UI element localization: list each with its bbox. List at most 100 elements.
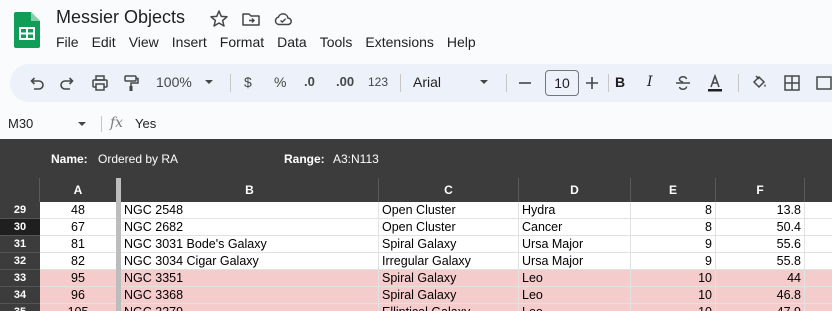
menu-tools[interactable]: Tools: [320, 34, 353, 54]
decrease-decimal-button[interactable]: .0: [304, 74, 315, 89]
menu-help[interactable]: Help: [447, 34, 476, 54]
fill-color-icon[interactable]: [749, 73, 769, 93]
cell-c[interactable]: Spiral Galaxy: [379, 236, 519, 253]
currency-format-button[interactable]: $: [244, 74, 252, 90]
cell-e[interactable]: 10: [631, 270, 716, 287]
cell-b[interactable]: NGC 3031 Bode's Galaxy: [121, 236, 379, 253]
menu-insert[interactable]: Insert: [172, 34, 207, 54]
row-header[interactable]: 29: [0, 202, 40, 219]
name-box-dropdown-icon[interactable]: [76, 118, 88, 130]
menu-view[interactable]: View: [129, 34, 159, 54]
cell-a[interactable]: 96: [40, 287, 117, 304]
cell-c[interactable]: Elliptical Galaxy: [379, 304, 519, 311]
cell-b[interactable]: NGC 2682: [121, 219, 379, 236]
column-header-d[interactable]: D: [519, 178, 631, 202]
cell-b[interactable]: NGC 3368: [121, 287, 379, 304]
print-icon[interactable]: [90, 73, 110, 93]
star-icon[interactable]: [209, 9, 229, 29]
document-title[interactable]: Messier Objects: [56, 7, 185, 28]
font-select[interactable]: Arial: [413, 74, 441, 90]
name-box[interactable]: M30: [8, 116, 33, 131]
row-header[interactable]: 34: [0, 287, 40, 304]
cell-b[interactable]: NGC 3351: [121, 270, 379, 287]
menu-extensions[interactable]: Extensions: [365, 34, 433, 54]
cell-d[interactable]: Ursa Major: [519, 236, 631, 253]
cell-g[interactable]: [805, 253, 832, 270]
cell-g[interactable]: [805, 304, 832, 311]
borders-icon[interactable]: [782, 73, 802, 93]
frozen-column-divider[interactable]: [116, 178, 121, 311]
column-header-e[interactable]: E: [631, 178, 716, 202]
merge-cells-icon[interactable]: [814, 73, 832, 93]
increase-font-size-icon[interactable]: [582, 73, 602, 93]
cell-a[interactable]: 95: [40, 270, 117, 287]
cell-e[interactable]: 9: [631, 236, 716, 253]
menu-edit[interactable]: Edit: [92, 34, 116, 54]
italic-button[interactable]: I: [647, 74, 653, 90]
cell-f[interactable]: 55.6: [716, 236, 805, 253]
cell-b[interactable]: NGC 2548: [121, 202, 379, 219]
cell-e[interactable]: 8: [631, 202, 716, 219]
sheets-logo-icon[interactable]: [14, 12, 40, 48]
formula-input[interactable]: Yes: [135, 116, 156, 131]
cell-f[interactable]: 13.8: [716, 202, 805, 219]
cell-e[interactable]: 10: [631, 304, 716, 311]
cell-g[interactable]: [805, 219, 832, 236]
cell-a[interactable]: 82: [40, 253, 117, 270]
zoom-select[interactable]: 100%: [156, 74, 192, 90]
cell-g[interactable]: [805, 270, 832, 287]
row-header[interactable]: 33: [0, 270, 40, 287]
cell-a[interactable]: 105: [40, 304, 117, 311]
menu-data[interactable]: Data: [277, 34, 307, 54]
font-dropdown-icon[interactable]: [477, 75, 491, 89]
percent-format-button[interactable]: %: [274, 74, 286, 90]
row-header[interactable]: 30: [0, 219, 40, 236]
cell-g[interactable]: [805, 202, 832, 219]
cell-d[interactable]: Ursa Major: [519, 253, 631, 270]
row-header[interactable]: 31: [0, 236, 40, 253]
column-header-g[interactable]: [805, 178, 832, 202]
paint-format-icon[interactable]: [121, 73, 141, 93]
increase-decimal-button[interactable]: .00: [336, 74, 354, 89]
strikethrough-icon[interactable]: [673, 73, 693, 93]
cell-g[interactable]: [805, 236, 832, 253]
cell-d[interactable]: Leo: [519, 304, 631, 311]
cell-f[interactable]: 46.8: [716, 287, 805, 304]
cell-e[interactable]: 8: [631, 219, 716, 236]
cell-b[interactable]: NGC 3379: [121, 304, 379, 311]
cell-g[interactable]: [805, 287, 832, 304]
cell-d[interactable]: Leo: [519, 270, 631, 287]
cell-c[interactable]: Open Cluster: [379, 219, 519, 236]
cell-f[interactable]: 50.4: [716, 219, 805, 236]
cell-c[interactable]: Open Cluster: [379, 202, 519, 219]
cell-a[interactable]: 81: [40, 236, 117, 253]
cell-f[interactable]: 47.9: [716, 304, 805, 311]
cell-e[interactable]: 10: [631, 287, 716, 304]
cell-d[interactable]: Hydra: [519, 202, 631, 219]
text-color-icon[interactable]: [705, 73, 725, 93]
cell-d[interactable]: Leo: [519, 287, 631, 304]
move-folder-icon[interactable]: [241, 9, 261, 29]
column-header-f[interactable]: F: [716, 178, 805, 202]
zoom-dropdown-icon[interactable]: [202, 75, 216, 89]
select-all-corner[interactable]: [0, 178, 40, 202]
cell-c[interactable]: Irregular Galaxy: [379, 253, 519, 270]
cell-e[interactable]: 9: [631, 253, 716, 270]
row-header[interactable]: 35: [0, 304, 40, 311]
cell-b[interactable]: NGC 3034 Cigar Galaxy: [121, 253, 379, 270]
undo-icon[interactable]: [26, 73, 46, 93]
row-header[interactable]: 32: [0, 253, 40, 270]
column-header-c[interactable]: C: [379, 178, 519, 202]
bold-button[interactable]: B: [615, 74, 625, 90]
cell-f[interactable]: 55.8: [716, 253, 805, 270]
menu-format[interactable]: Format: [220, 34, 264, 54]
menu-file[interactable]: File: [56, 34, 79, 54]
font-size-input[interactable]: 10: [545, 70, 579, 96]
cell-a[interactable]: 48: [40, 202, 117, 219]
cell-a[interactable]: 67: [40, 219, 117, 236]
decrease-font-size-icon[interactable]: [515, 73, 535, 93]
column-header-b[interactable]: B: [121, 178, 379, 202]
cell-d[interactable]: Cancer: [519, 219, 631, 236]
cell-c[interactable]: Spiral Galaxy: [379, 270, 519, 287]
cloud-saved-icon[interactable]: [273, 9, 293, 29]
